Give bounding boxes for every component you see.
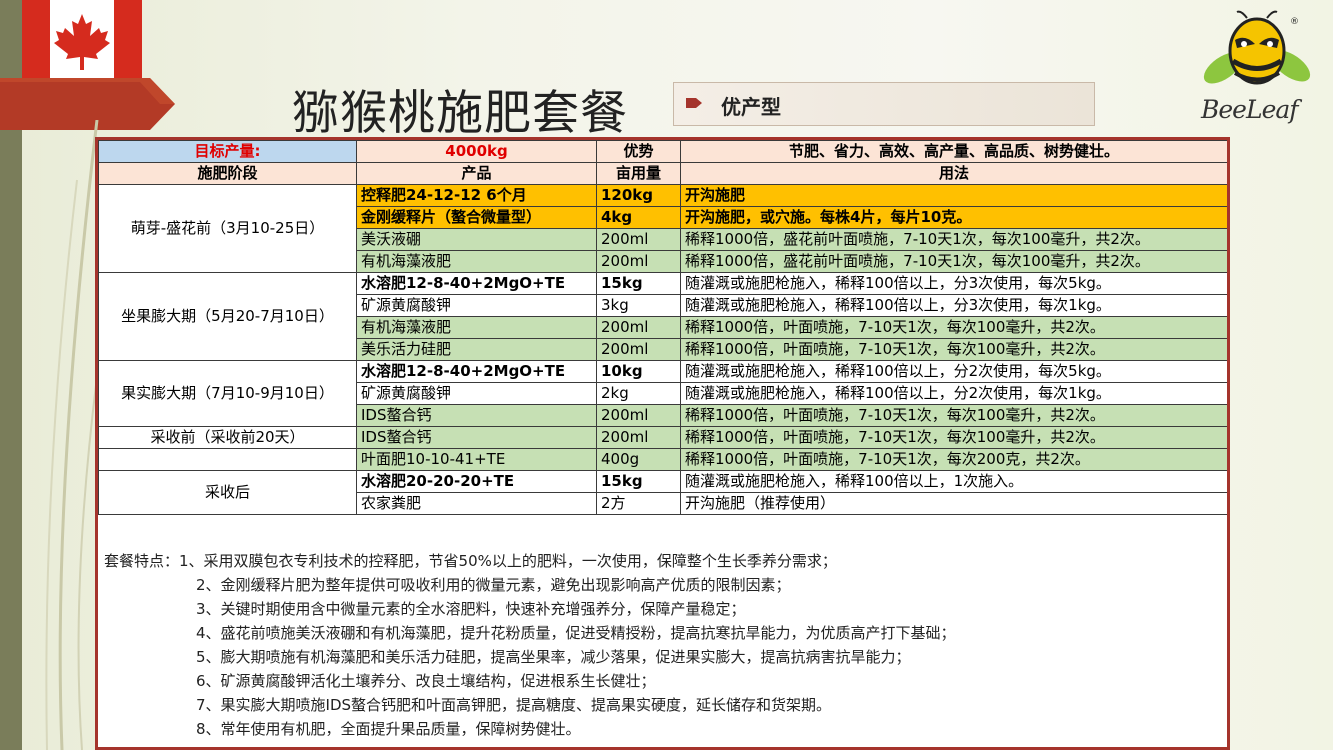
amount-cell: 3kg xyxy=(596,294,681,317)
target-label: 目标产量: xyxy=(98,140,357,163)
product-cell: 美沃液硼 xyxy=(356,228,597,251)
table-row: 萌芽-盛花前（3月10-25日） 控释肥24-12-12 6个月 120kg 开… xyxy=(98,184,1227,273)
stage-cell: 采收前（采收前20天） xyxy=(98,426,357,449)
product-cell: 农家粪肥 xyxy=(356,492,597,515)
svg-text:®: ® xyxy=(1290,17,1299,27)
stage-cell: 果实膨大期（7月10-9月10日） xyxy=(98,360,357,427)
beeleaf-logo: ® BeeLeaf xyxy=(1195,6,1320,134)
product-cell: 水溶肥12-8-40+2MgO+TE xyxy=(356,272,597,295)
table-row: 目标产量: 4000kg 优势 节肥、省力、高效、高产量、高品质、树势健壮。 xyxy=(98,140,1227,163)
amount-cell: 2kg xyxy=(596,382,681,405)
feature-line: 5、膨大期喷施有机海藻肥和美乐活力硅肥，提高坐果率，减少落果，促进果实膨大，提高… xyxy=(196,648,911,666)
usage-cell: 随灌溉或施肥枪施入，稀释100倍以上，分2次使用，每次1kg。 xyxy=(680,382,1227,405)
feature-line: 3、关键时期使用含中微量元素的全水溶肥料，快速补充增强养分，保障产量稳定； xyxy=(196,600,746,618)
product-cell: 金刚缓释片（螯合微量型） xyxy=(356,206,597,229)
product-cell: 矿源黄腐酸钾 xyxy=(356,382,597,405)
amount-cell: 400g xyxy=(596,448,681,471)
amount-cell: 15kg xyxy=(596,470,681,493)
logo-text: BeeLeaf xyxy=(1201,95,1299,124)
page-title: 猕猴桃施肥套餐 xyxy=(292,86,628,141)
table-row: 坐果膨大期（5月20-7月10日） 水溶肥12-8-40+2MgO+TE 15k… xyxy=(98,272,1227,361)
usage-cell: 随灌溉或施肥枪施入，稀释100倍以上，1次施入。 xyxy=(680,470,1227,493)
advantage-label: 优势 xyxy=(596,140,681,163)
col-amount: 亩用量 xyxy=(596,162,681,185)
target-value: 4000kg xyxy=(356,140,597,163)
feature-line: 4、盛花前喷施美沃液硼和有机海藻肥，提升花粉质量，促进受精授粉，提高抗寒抗旱能力… xyxy=(196,624,956,642)
product-cell: 美乐活力硅肥 xyxy=(356,338,597,361)
arrow-bullet-icon xyxy=(686,98,702,108)
table-row: 采收前（采收前20天） IDS螯合钙 200ml 稀释1000倍，叶面喷施，7-… xyxy=(98,426,1227,449)
stage-cell-empty xyxy=(98,448,357,471)
type-tag-box: 优产型 xyxy=(673,82,1095,126)
table-row: 采收后 水溶肥20-20-20+TE 15kg 随灌溉或施肥枪施入，稀释100倍… xyxy=(98,470,1227,515)
usage-cell: 随灌溉或施肥枪施入，稀释100倍以上，分3次使用，每次5kg。 xyxy=(680,272,1227,295)
feature-line: 2、金刚缓释片肥为整年提供可吸收利用的微量元素，避免出现影响高产优质的限制因素； xyxy=(196,576,791,594)
bee-icon: ® xyxy=(1203,10,1311,85)
usage-cell: 稀释1000倍，盛花前叶面喷施，7-10天1次，每次100毫升，共2次。 xyxy=(680,250,1227,273)
feature-line: 6、矿源黄腐酸钾活化土壤养分、改良土壤结构，促进根系生长健壮； xyxy=(196,672,656,690)
product-cell: 有机海藻液肥 xyxy=(356,250,597,273)
amount-cell: 2方 xyxy=(596,492,681,515)
feature-line: 套餐特点：1、采用双膜包衣专利技术的控释肥，节省50%以上的肥料，一次使用，保障… xyxy=(104,552,837,570)
product-cell: IDS螯合钙 xyxy=(356,426,597,449)
table-row: 果实膨大期（7月10-9月10日） 水溶肥12-8-40+2MgO+TE 10k… xyxy=(98,360,1227,427)
product-cell: 有机海藻液肥 xyxy=(356,316,597,339)
usage-cell: 开沟施肥（推荐使用） xyxy=(680,492,1227,515)
amount-cell: 200ml xyxy=(596,228,681,251)
usage-cell: 稀释1000倍，叶面喷施，7-10天1次，每次200克，共2次。 xyxy=(680,448,1227,471)
usage-cell: 稀释1000倍，盛花前叶面喷施，7-10天1次，每次100毫升，共2次。 xyxy=(680,228,1227,251)
amount-cell: 200ml xyxy=(596,250,681,273)
product-cell: 水溶肥20-20-20+TE xyxy=(356,470,597,493)
advantage-text: 节肥、省力、高效、高产量、高品质、树势健壮。 xyxy=(680,140,1227,163)
usage-cell: 开沟施肥 xyxy=(680,184,1227,207)
amount-cell: 10kg xyxy=(596,360,681,383)
col-stage: 施肥阶段 xyxy=(98,162,357,185)
usage-cell: 开沟施肥，或穴施。每株4片，每片10克。 xyxy=(680,206,1227,229)
feature-line: 8、常年使用有机肥，全面提升果品质量，保障树势健壮。 xyxy=(196,720,581,738)
product-cell: 矿源黄腐酸钾 xyxy=(356,294,597,317)
amount-cell: 200ml xyxy=(596,316,681,339)
canada-flag-icon xyxy=(22,0,142,78)
col-usage: 用法 xyxy=(680,162,1227,185)
usage-cell: 稀释1000倍，叶面喷施，7-10天1次，每次100毫升，共2次。 xyxy=(680,404,1227,427)
stage-cell: 坐果膨大期（5月20-7月10日） xyxy=(98,272,357,361)
table-header-row: 施肥阶段 产品 亩用量 用法 xyxy=(98,162,1227,185)
product-cell: 叶面肥10-10-41+TE xyxy=(356,448,597,471)
usage-cell: 稀释1000倍，叶面喷施，7-10天1次，每次100毫升，共2次。 xyxy=(680,426,1227,449)
usage-cell: 随灌溉或施肥枪施入，稀释100倍以上，分2次使用，每次5kg。 xyxy=(680,360,1227,383)
product-cell: 水溶肥12-8-40+2MgO+TE xyxy=(356,360,597,383)
amount-cell: 120kg xyxy=(596,184,681,207)
amount-cell: 200ml xyxy=(596,404,681,427)
amount-cell: 200ml xyxy=(596,426,681,449)
stage-cell: 采收后 xyxy=(98,470,357,515)
amount-cell: 200ml xyxy=(596,338,681,361)
usage-cell: 随灌溉或施肥枪施入，稀释100倍以上，分3次使用，每次1kg。 xyxy=(680,294,1227,317)
product-cell: IDS螯合钙 xyxy=(356,404,597,427)
feature-line: 7、果实膨大期喷施IDS螯合钙肥和叶面高钾肥，提高糖度、提高果实硬度，延长储存和… xyxy=(196,696,832,714)
col-product: 产品 xyxy=(356,162,597,185)
usage-cell: 稀释1000倍，叶面喷施，7-10天1次，每次100毫升，共2次。 xyxy=(680,316,1227,339)
product-cell: 控释肥24-12-12 6个月 xyxy=(356,184,597,207)
type-tag: 优产型 xyxy=(721,95,781,119)
usage-cell: 稀释1000倍，叶面喷施，7-10天1次，每次100毫升，共2次。 xyxy=(680,338,1227,361)
table-row: 叶面肥10-10-41+TE 400g 稀释1000倍，叶面喷施，7-10天1次… xyxy=(98,448,1227,471)
stage-cell: 萌芽-盛花前（3月10-25日） xyxy=(98,184,357,273)
amount-cell: 4kg xyxy=(596,206,681,229)
fertilizer-table: 目标产量: 4000kg 优势 节肥、省力、高效、高产量、高品质、树势健壮。 施… xyxy=(95,137,1230,750)
amount-cell: 15kg xyxy=(596,272,681,295)
